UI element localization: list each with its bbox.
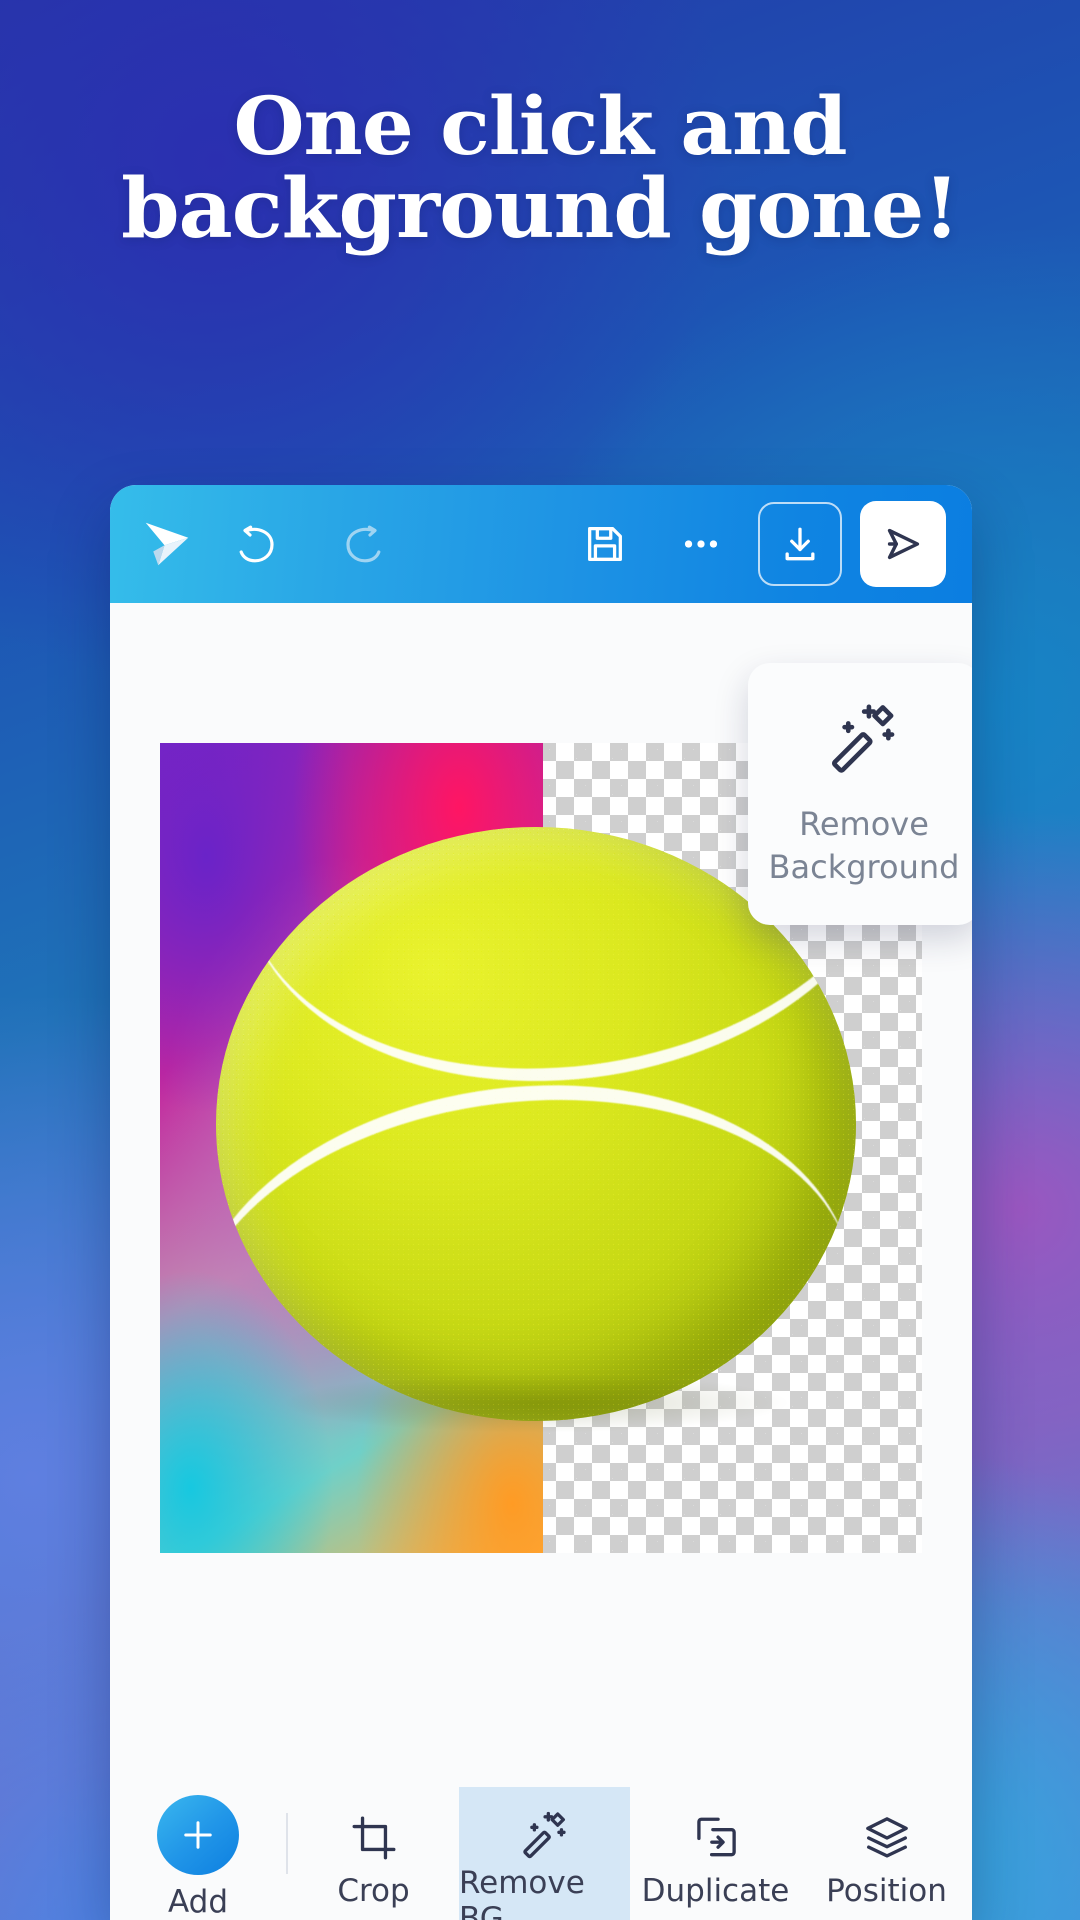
headline-line-2: background gone! [121, 160, 960, 257]
tool-position[interactable]: Position [801, 1787, 972, 1920]
tool-crop-label: Crop [337, 1873, 410, 1909]
undo-icon[interactable] [228, 513, 290, 575]
download-button[interactable] [758, 502, 842, 586]
share-button[interactable] [860, 501, 946, 587]
add-button-label: Add [167, 1884, 229, 1920]
app-toolbar [110, 485, 972, 603]
layers-icon [862, 1809, 912, 1867]
headline-line-1: One click and [233, 79, 847, 173]
bottom-toolbar: Add Crop Remove BG Duplicate Position [110, 1787, 972, 1920]
tool-remove-bg-label: Remove BG [459, 1865, 585, 1920]
ball-shadow [280, 1373, 792, 1433]
promo-headline: One click and background gone! [0, 85, 1080, 257]
tooltip-line-1: Remove [799, 804, 929, 843]
tool-duplicate[interactable]: Duplicate [630, 1787, 801, 1920]
redo-icon[interactable] [330, 513, 392, 575]
paper-plane-logo-icon[interactable] [136, 513, 198, 575]
tool-crop[interactable]: Crop [288, 1787, 459, 1920]
magic-wand-icon [520, 1809, 570, 1859]
more-options-icon[interactable] [670, 513, 732, 575]
magic-wand-icon [827, 700, 901, 779]
tooltip-line-2: Background [768, 847, 960, 886]
tool-list: Crop Remove BG Duplicate Position [288, 1787, 972, 1920]
editor-canvas[interactable]: Remove Background [110, 603, 972, 1787]
save-icon[interactable] [574, 513, 636, 575]
tool-duplicate-label: Duplicate [641, 1873, 790, 1909]
duplicate-icon [691, 1809, 741, 1867]
app-window: Remove Background Add Crop Remove BG Dup… [110, 485, 972, 1920]
remove-background-tooltip[interactable]: Remove Background [748, 663, 972, 925]
add-button[interactable]: Add [110, 1787, 286, 1920]
crop-icon [349, 1809, 399, 1867]
plus-icon [157, 1795, 239, 1875]
tool-remove-bg[interactable]: Remove BG [459, 1787, 630, 1920]
tool-position-label: Position [826, 1873, 947, 1909]
